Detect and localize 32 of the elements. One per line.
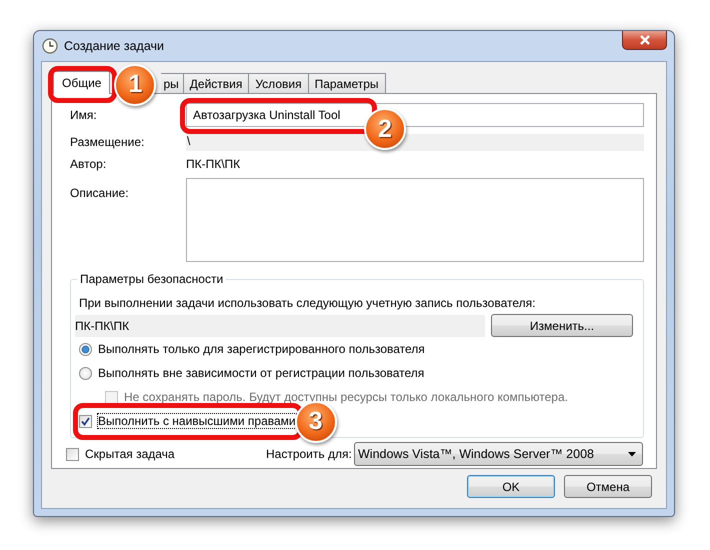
option-label: Выполнить с наивысшими правами — [98, 414, 296, 428]
option-label: Выполнять только для зарегистрированного пользователя — [98, 342, 425, 356]
window-title: Создание задачи — [64, 39, 164, 53]
tab[interactable]: Условия — [248, 73, 309, 93]
field-label: Имя: — [69, 108, 98, 122]
checkbox[interactable] — [66, 448, 79, 460]
dropdown-arrow-icon — [628, 452, 636, 456]
clock-icon — [42, 38, 58, 54]
author-value: ПК-ПК\ПК — [186, 157, 240, 171]
option-label: Выполнять вне зависимости от регистрации пользователя — [98, 366, 424, 380]
checkbox[interactable] — [79, 414, 92, 428]
tab[interactable]: Общие — [53, 71, 110, 94]
field-label: Размещение: — [69, 135, 146, 149]
radio-button[interactable] — [79, 366, 92, 380]
ok-button[interactable]: OK — [467, 475, 555, 498]
field-label: Описание: — [69, 185, 130, 200]
tab[interactable]: ры — [161, 73, 184, 93]
description-field[interactable] — [186, 178, 644, 262]
tab[interactable]: Действия — [182, 73, 250, 93]
group-title: Параметры безопасности — [79, 272, 224, 286]
change-button[interactable]: Изменить... — [491, 314, 633, 337]
configure-dropdown[interactable]: Windows Vista™, Windows Server™ 2008 — [354, 442, 643, 466]
cancel-button[interactable]: Отмена — [564, 475, 652, 498]
close-icon — [638, 35, 650, 45]
option-label: Скрытая задача — [85, 447, 175, 461]
close-button[interactable] — [622, 31, 667, 50]
radio-button[interactable] — [79, 342, 92, 356]
account-field: ПК-ПК\ПК — [75, 314, 485, 336]
tab[interactable]: Параметры — [308, 73, 386, 93]
field-label: Автор: — [69, 157, 108, 171]
configure-label: Настроить для: — [266, 447, 353, 461]
account-prompt: При выполнении задачи использовать следующую учетную запись пользователя: — [79, 296, 536, 310]
